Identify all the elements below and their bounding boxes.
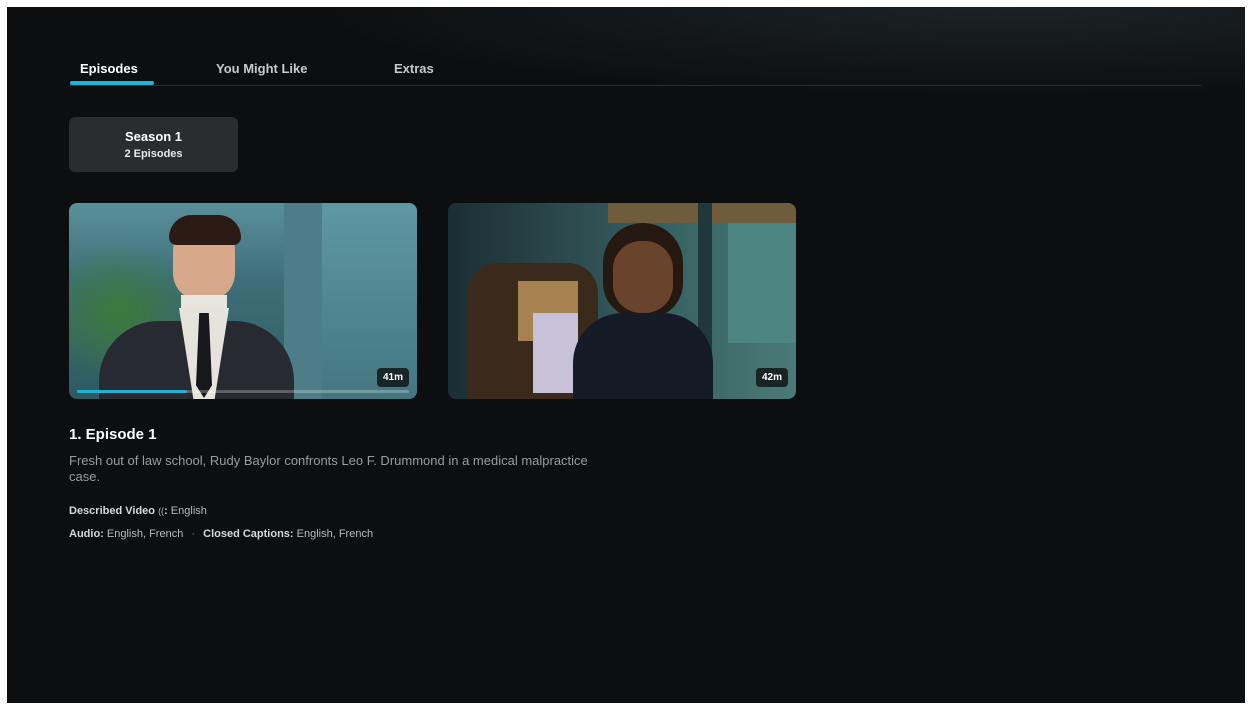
tab-episodes-label: Episodes (80, 61, 138, 76)
described-video-label: Described Video (69, 505, 155, 517)
tab-you-might-like[interactable]: You Might Like (216, 61, 307, 76)
season-title: Season 1 (124, 129, 183, 144)
captions-value: English, French (296, 528, 374, 540)
episode-1-thumbnail (69, 203, 417, 399)
tab-bar: Episodes You Might Like Extras (70, 55, 1201, 86)
season-selector-button[interactable]: Season 1 2 Episodes (69, 117, 238, 172)
episode-description: Fresh out of law school, Rudy Baylor con… (69, 453, 588, 484)
tab-you-might-like-label: You Might Like (216, 61, 308, 76)
audio-captions-row: Audio: English, French · Closed Captions… (69, 528, 373, 540)
episode-2-thumbnail (448, 203, 796, 399)
tab-extras-label: Extras (394, 61, 434, 76)
tab-extras[interactable]: Extras (394, 61, 434, 76)
captions-label: Closed Captions: (203, 528, 294, 540)
tab-episodes[interactable]: Episodes (80, 61, 138, 76)
audio-label: Audio: (69, 528, 104, 540)
described-video-value: English (170, 505, 207, 517)
episode-card-2[interactable]: 42m (448, 203, 796, 399)
episode-1-progress-track (77, 390, 409, 393)
episode-title: 1. Episode 1 (69, 426, 157, 443)
described-video-row: Described Video ((: English (69, 505, 207, 517)
meta-separator: · (191, 528, 196, 540)
season-episode-count: 2 Episodes (124, 148, 183, 160)
episode-2-duration: 42m (755, 368, 788, 387)
tab-active-indicator (70, 81, 154, 85)
episode-1-duration: 41m (376, 368, 409, 387)
episode-1-progress-fill (77, 390, 187, 393)
tv-screen: Episodes You Might Like Extras Season 1 … (7, 7, 1245, 703)
episode-card-1[interactable]: 41m (69, 203, 417, 399)
audio-value: English, French (106, 528, 184, 540)
